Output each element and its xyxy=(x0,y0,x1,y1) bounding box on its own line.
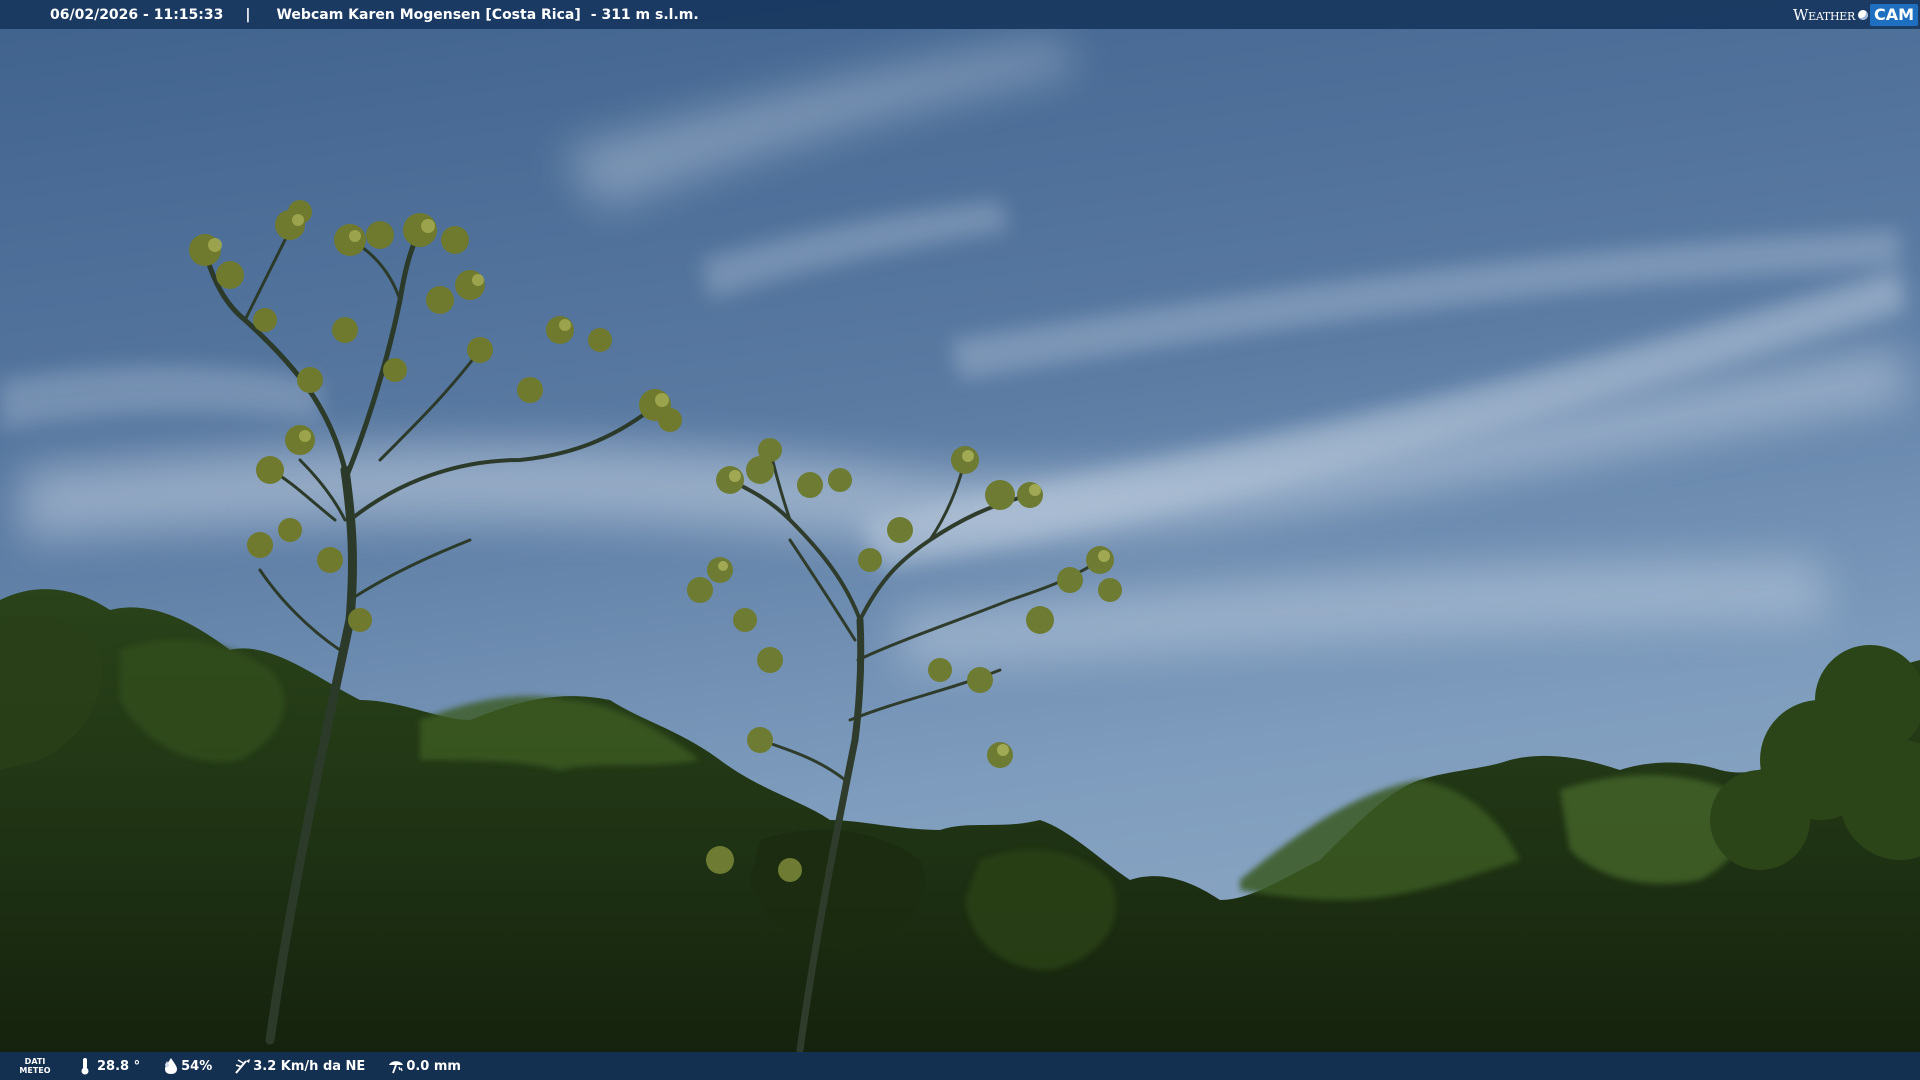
info-bar: 06/02/2026 - 11:15:33 | Webcam Karen Mog… xyxy=(0,0,1920,29)
weather-data-label: DATI METEO xyxy=(16,1057,54,1075)
camera-lens-icon xyxy=(1857,9,1868,20)
datetime-label: 06/02/2026 - 11:15:33 xyxy=(50,6,224,23)
logo-weather-text: Weather xyxy=(1793,5,1855,24)
rain-metric: 0.0 mm xyxy=(387,1057,461,1075)
temperature-value: 28.8 ° xyxy=(97,1058,141,1074)
weather-data-label-line2: METEO xyxy=(19,1066,51,1075)
wind-icon xyxy=(234,1057,251,1075)
humidity-drop-icon xyxy=(162,1057,178,1075)
webcam-image xyxy=(0,0,1920,1080)
separator: | xyxy=(245,6,251,23)
humidity-value: 54% xyxy=(181,1058,213,1074)
temperature-metric: 28.8 ° xyxy=(78,1057,140,1075)
weather-data-bar: DATI METEO 28.8 ° 54% 3.2 Km/h da NE 0.0… xyxy=(0,1052,1920,1080)
rain-value: 0.0 mm xyxy=(406,1058,461,1074)
thermometer-icon xyxy=(78,1057,94,1075)
weather-data-label-line1: DATI xyxy=(24,1057,46,1066)
wind-metric: 3.2 Km/h da NE xyxy=(234,1057,365,1075)
altitude-label: - 311 m s.l.m. xyxy=(590,6,699,23)
webcam-frame: 06/02/2026 - 11:15:33 | Webcam Karen Mog… xyxy=(0,0,1920,1080)
logo-cam-text: CAM xyxy=(1869,3,1918,26)
rain-gauge-icon xyxy=(387,1057,404,1075)
humidity-metric: 54% xyxy=(162,1057,212,1075)
wind-value: 3.2 Km/h da NE xyxy=(253,1058,366,1074)
location-label: Webcam Karen Mogensen [Costa Rica] xyxy=(276,6,581,23)
weathercam-logo: Weather CAM xyxy=(1793,2,1918,27)
